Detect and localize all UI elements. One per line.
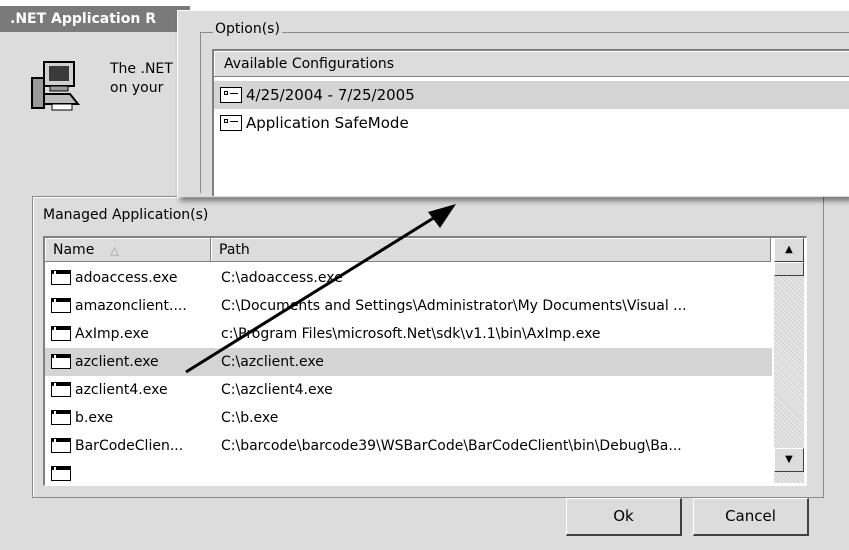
callout-arrow <box>185 204 456 374</box>
